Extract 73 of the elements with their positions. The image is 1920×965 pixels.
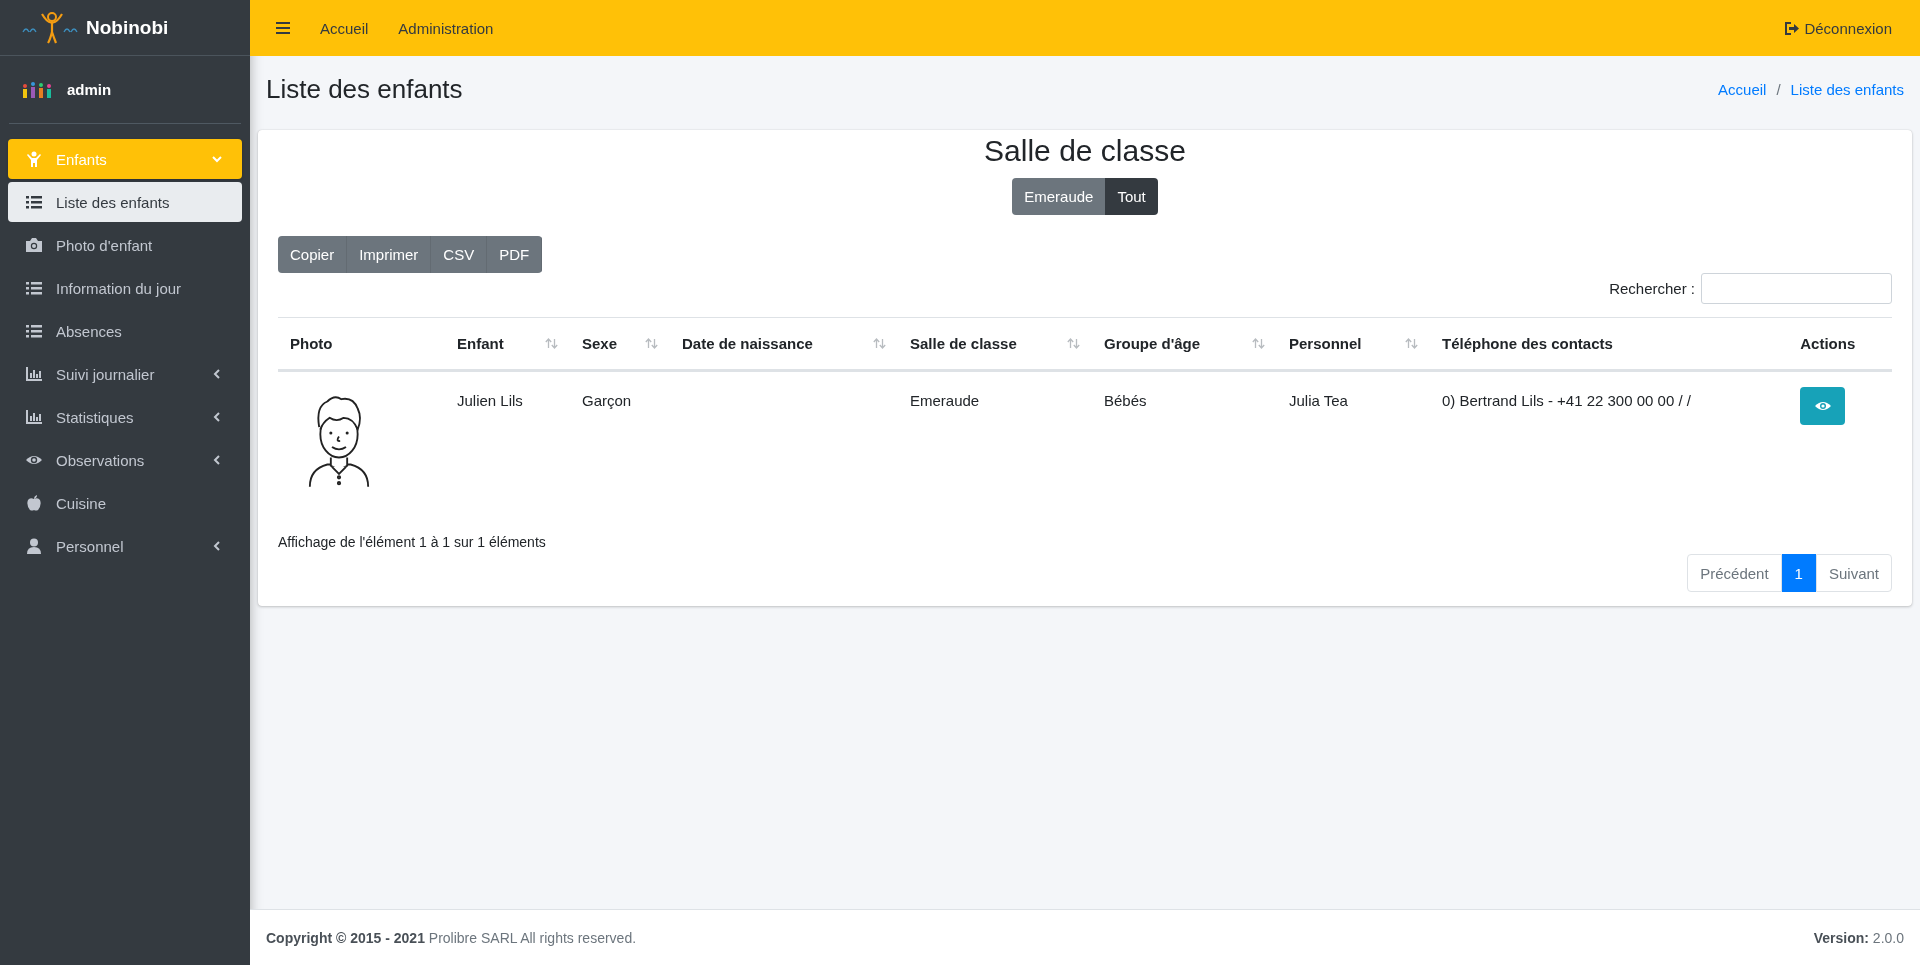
- card-title: Salle de classe: [983, 134, 1187, 168]
- table-cell: Garçon: [582, 392, 632, 409]
- table-cell: Julia Tea: [1289, 392, 1348, 409]
- column-header[interactable]: Date de naissance: [670, 317, 898, 371]
- eye-icon: [1814, 400, 1831, 412]
- sort-icon: [873, 338, 886, 349]
- breadcrumb-separator: /: [1776, 81, 1781, 98]
- table-cell: 0) Bertrand Lils - +41 22 300 00 00 / /: [1442, 392, 1691, 409]
- column-header[interactable]: Sexe: [570, 317, 670, 371]
- apple-icon: [26, 495, 42, 511]
- nav-item[interactable]: Personnel: [8, 526, 242, 566]
- nav-item[interactable]: Liste des enfants: [8, 182, 242, 222]
- bar-chart-icon: [26, 409, 42, 425]
- column-header[interactable]: Enfant: [445, 317, 570, 371]
- sort-icon: [545, 338, 558, 349]
- child-icon: [26, 151, 42, 167]
- chevron-left-icon: [212, 541, 222, 551]
- export-button[interactable]: Copier: [278, 236, 348, 273]
- breadcrumb-link[interactable]: Accueil: [1718, 81, 1767, 98]
- page-button[interactable]: 1: [1781, 554, 1816, 592]
- column-header[interactable]: Actions: [1788, 317, 1892, 371]
- nav-link[interactable]: Administration: [386, 11, 506, 45]
- export-button[interactable]: Imprimer: [347, 236, 432, 273]
- list-icon: [26, 280, 42, 296]
- column-header[interactable]: Salle de classe: [898, 317, 1092, 371]
- export-button[interactable]: PDF: [487, 236, 543, 273]
- column-header[interactable]: Téléphone des contacts: [1430, 317, 1789, 371]
- chevron-left-icon: [212, 455, 222, 465]
- table-cell: Bébés: [1104, 392, 1147, 409]
- filter-button[interactable]: Tout: [1105, 178, 1158, 215]
- previous-button[interactable]: Précédent: [1687, 554, 1782, 592]
- nav-item[interactable]: Cuisine: [8, 483, 242, 523]
- chevron-left-icon: [212, 412, 222, 422]
- bar-chart-icon: [26, 366, 42, 382]
- view-button[interactable]: [1800, 387, 1846, 425]
- nav-item[interactable]: Statistiques: [8, 397, 242, 437]
- filter-button[interactable]: Emeraude: [1012, 178, 1106, 215]
- column-header[interactable]: Personnel: [1277, 317, 1430, 371]
- column-header[interactable]: Photo: [278, 317, 445, 371]
- search-label: Rechercher :: [1609, 280, 1695, 297]
- sort-icon: [1252, 338, 1265, 349]
- nav-item[interactable]: Information du jour: [8, 268, 242, 308]
- table-info: Affichage de l'élément 1 à 1 sur 1 éléments: [278, 534, 547, 550]
- export-button[interactable]: CSV: [431, 236, 488, 273]
- version-text: Version: 2.0.0: [1813, 929, 1904, 946]
- list-icon: [26, 194, 42, 210]
- table-cell: Emeraude: [910, 392, 980, 409]
- nav-link[interactable]: Accueil: [308, 11, 381, 45]
- nav-item[interactable]: Photo d'enfant: [8, 225, 242, 265]
- breadcrumb-link[interactable]: Liste des enfants: [1790, 81, 1904, 98]
- table-cell: Julien Lils: [457, 392, 523, 409]
- nav-item[interactable]: Observations: [8, 440, 242, 480]
- camera-icon: [26, 237, 42, 253]
- user-icon: [26, 538, 42, 554]
- sign-out-icon: [1785, 21, 1801, 35]
- sort-icon: [1405, 338, 1418, 349]
- copyright-text: Copyright © 2015 - 2021 Prolibre SARL All rights reserved.: [266, 929, 637, 946]
- chevron-down-icon: [212, 154, 222, 164]
- page-title: Liste des enfants: [266, 74, 463, 105]
- column-header[interactable]: Groupe d'âge: [1092, 317, 1277, 371]
- list-icon: [26, 323, 42, 339]
- user-name: admin: [67, 81, 112, 98]
- next-button[interactable]: Suivant: [1815, 554, 1892, 592]
- chevron-left-icon: [212, 369, 222, 379]
- logo-drawing: [20, 11, 80, 44]
- brand-name: Nobinobi: [86, 16, 169, 39]
- nav-item[interactable]: Suivi journalier: [8, 354, 242, 394]
- sort-icon: [1067, 338, 1080, 349]
- sort-icon: [645, 338, 658, 349]
- menu-icon: [276, 22, 290, 34]
- search-field[interactable]: [1701, 273, 1892, 304]
- logout-link[interactable]: Déconnexion: [1773, 11, 1904, 45]
- nav-item[interactable]: Absences: [8, 311, 242, 351]
